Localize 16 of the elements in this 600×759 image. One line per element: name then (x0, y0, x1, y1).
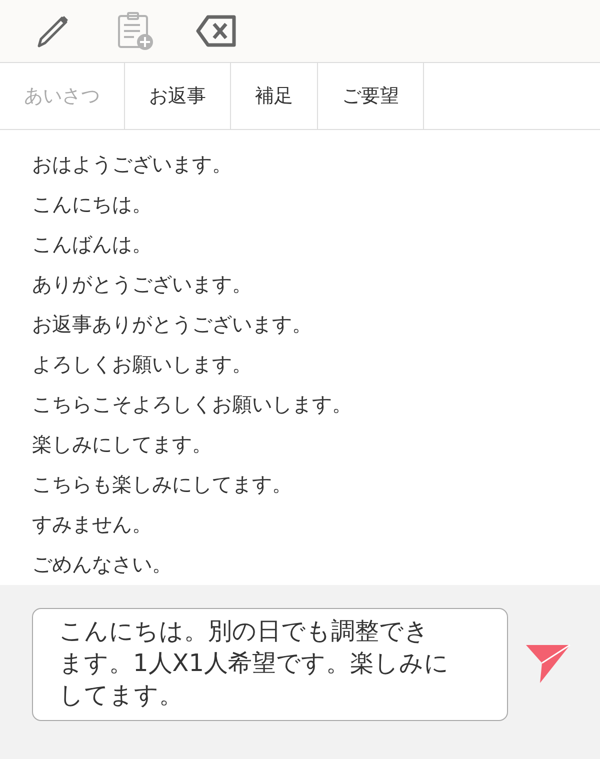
phrase-item[interactable]: こんにちは。 (32, 184, 152, 224)
phrase-item[interactable]: こんばんは。 (32, 224, 152, 264)
backspace-icon (196, 14, 238, 48)
clipboard-add-icon (116, 11, 154, 51)
phrase-item[interactable]: よろしくお願いします。 (32, 344, 252, 384)
phrase-item[interactable]: お返事ありがとうございます。 (32, 304, 312, 344)
send-button[interactable] (524, 643, 572, 685)
pencil-icon (35, 13, 71, 49)
phrase-item[interactable]: 楽しみにしてます。 (32, 424, 212, 464)
phrase-item[interactable]: ありがとうございます。 (32, 264, 252, 304)
phrase-item[interactable]: こちらこそよろしくお願いします。 (32, 384, 352, 424)
phrase-item[interactable]: ごめんなさい。 (32, 544, 172, 584)
phrase-item[interactable]: おはようございます。 (32, 144, 232, 184)
message-field[interactable]: こんにちは。別の日でも調整できます。1人X1人希望です。楽しみにしてます。 (32, 608, 508, 721)
phrase-item[interactable]: すみません。 (32, 504, 152, 544)
phrase-item[interactable]: こちらも楽しみにしてます。 (32, 464, 292, 504)
